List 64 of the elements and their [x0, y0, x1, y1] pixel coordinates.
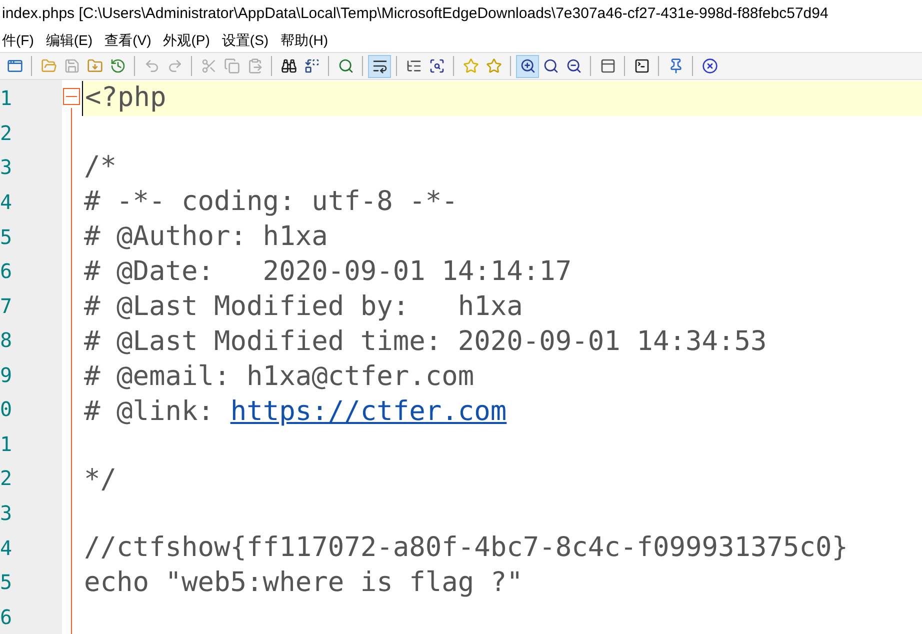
menu-item[interactable]: 设置(S): [216, 30, 275, 50]
code-line: # @Date: 2020-09-01 14:14:17: [84, 254, 572, 288]
code-line: echo "web5:where is flag ?": [84, 566, 523, 600]
zoom-in-icon: [520, 58, 536, 74]
save-icon: [64, 58, 80, 74]
menu-item[interactable]: 件(F): [0, 30, 40, 50]
code-line: # -*- coding: utf-8 -*-: [84, 184, 458, 218]
menu-item[interactable]: 外观(P): [157, 30, 216, 50]
fold-minus-icon[interactable]: [63, 88, 80, 105]
code-line: # @link: https://ctfer.com: [84, 394, 507, 428]
code-line: # @Last Modified by: h1xa: [84, 290, 523, 324]
replace-icon: [304, 58, 320, 74]
line-number: 1: [0, 85, 12, 112]
code-line: # @email: h1xa@ctfer.com: [84, 360, 474, 394]
close-icon: [702, 58, 718, 74]
windows-icon: [6, 58, 22, 74]
line-number: 4: [0, 534, 12, 562]
history-icon: [110, 58, 126, 74]
star-icon: [462, 58, 478, 74]
zoom-icon: [542, 58, 558, 74]
copy-icon: [224, 58, 240, 74]
menu-item[interactable]: 帮助(H): [274, 30, 334, 50]
line-number: 3: [0, 154, 12, 182]
zoom-in-button[interactable]: [516, 54, 539, 78]
menu-item[interactable]: 编辑(E): [40, 30, 99, 50]
menu-item[interactable]: 查看(V): [98, 30, 158, 50]
zoom-fit-icon: [428, 58, 444, 74]
line-number: 6: [0, 258, 12, 286]
code-line: # @Author: h1xa: [84, 220, 328, 254]
line-number: 9: [0, 362, 12, 389]
link[interactable]: https://ctfer.com: [230, 396, 507, 426]
line-number: 6: [0, 604, 12, 631]
search-icon: [338, 58, 354, 74]
wrap-text-icon: [372, 58, 388, 74]
folder-icon: [40, 58, 56, 74]
line-number: 5: [0, 224, 12, 251]
binoculars-icon: [280, 58, 296, 74]
code-line: <?php: [85, 81, 166, 116]
line-number: 3: [0, 500, 12, 528]
code-line: # @Last Modified time: 2020-09-01 14:34:53: [84, 324, 767, 358]
code-line: /*: [84, 150, 117, 184]
panel-icon: [600, 58, 616, 74]
line-number: 2: [0, 465, 12, 492]
line-number: 0: [0, 396, 12, 424]
line-number: 1: [0, 430, 12, 458]
code-line: */: [84, 462, 117, 497]
line-number: 4: [0, 188, 12, 216]
zoom-out-icon: [566, 58, 582, 74]
paste-icon: [246, 58, 262, 74]
line-number: 8: [0, 327, 12, 354]
line-number: 5: [0, 569, 12, 596]
window-title: index.phps [C:\Users\Administrator\AppData\Local\Temp\MicrosoftEdgeDownloads\7e307a46-cf27-431e-998d-f88febc57d94: [1, 4, 828, 24]
line-number: 2: [0, 120, 12, 147]
code-line: //ctfshow{ff117072-a80f-4bc7-8c4c-f099931375c0}: [84, 531, 848, 565]
wrap-text-button[interactable]: [368, 54, 391, 78]
redo-icon: [166, 58, 182, 74]
undo-icon: [144, 58, 160, 74]
pin-icon: [668, 58, 684, 74]
scissors-icon: [200, 58, 216, 74]
star-icon: [486, 58, 502, 74]
tree-icon: [406, 58, 422, 74]
terminal-icon: [634, 58, 650, 74]
line-number: 7: [0, 292, 12, 320]
folder-save-icon: [86, 58, 102, 74]
